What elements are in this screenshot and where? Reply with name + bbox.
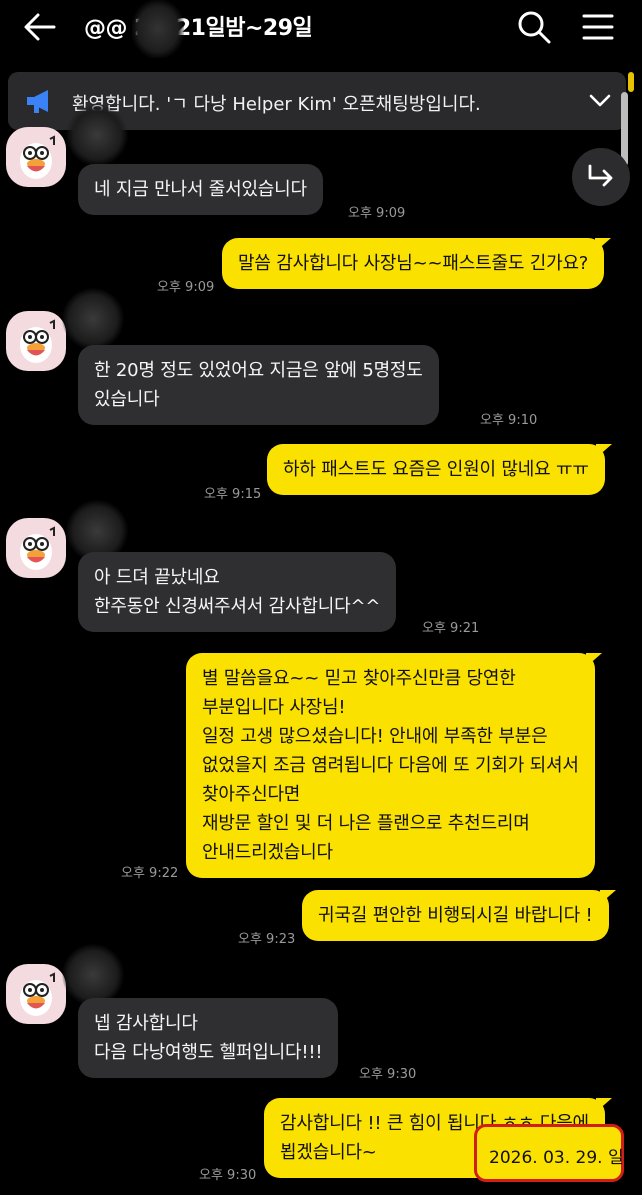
message-bubble-sent[interactable]: 별 말씀을요~~ 믿고 찾아주신만큼 당연한 부분입니다 사장님! 일정 고생 … [186,653,602,878]
blurred-profile [66,104,128,166]
blurred-profile [62,944,124,1006]
avatar[interactable] [6,311,66,371]
chat-title: @@ 2인 21일밤~29일 [84,16,313,41]
message-bubble-sent[interactable]: 말씀 감사합니다 사장님~~패스트줄도 긴가요? [222,238,612,289]
message-time: 오후 9:22 [121,866,179,881]
message-time: 오후 9:30 [359,1067,417,1082]
notice-text: 환영합니다. 'ㄱ 다낭 Helper Kim' 오픈채팅방입니다. [72,94,481,115]
blurred-name [132,0,184,58]
avatar[interactable] [6,127,66,187]
message-bubble-received[interactable]: 네 지금 만나서 줄서있습니다 [78,164,323,215]
chat-header: @@ 2인 21일밤~29일 [0,0,642,58]
scroll-edge-indicator [628,72,634,92]
hamburger-menu-icon [582,14,614,40]
avatar[interactable] [6,518,66,578]
message-bubble-sent[interactable]: 하하 패스트도 요즘은 인원이 많네요 ㅠㅠ [267,444,612,495]
scroll-to-bottom-button[interactable] [572,148,630,206]
message-time: 오후 9:09 [157,280,215,295]
avatar[interactable] [6,964,66,1024]
message-time: 오후 9:15 [204,487,262,502]
arrow-left-icon [24,13,56,41]
blurred-profile [62,288,124,350]
date-stamp: 2026. 03. 29. 일 [474,1124,624,1182]
search-icon [518,11,551,44]
character-avatar-icon [20,972,55,1016]
message-bubble-received[interactable]: 아 드뎌 끝났네요 한주동안 신경써주셔서 감사합니다^^ [78,552,397,632]
chevron-down-icon[interactable] [588,90,612,112]
date-stamp-text: 2026. 03. 29. 일 [489,1148,624,1168]
menu-button[interactable] [578,8,618,46]
message-bubble-received[interactable]: 넵 감사합니다 다음 다낭여행도 헬퍼입니다!!! [78,998,339,1078]
message-time: 오후 9:09 [348,206,406,221]
message-time: 오후 9:10 [480,413,538,428]
back-button[interactable] [20,9,60,45]
message-bubble-received[interactable]: 한 20명 정도 있었어요 지금은 앞에 5명정도 있습니다 [78,345,439,425]
arrow-turn-down-icon [588,164,613,187]
message-bubble-sent[interactable]: 귀국길 편안한 비행되시길 바랍니다 ! [302,890,616,941]
message-time: 오후 9:30 [199,1168,257,1183]
character-avatar-icon [20,526,55,570]
message-time: 오후 9:23 [238,932,296,947]
scrollbar[interactable] [621,92,628,166]
search-button[interactable] [514,8,554,46]
character-avatar-icon [20,319,55,363]
message-time: 오후 9:21 [422,621,480,636]
character-avatar-icon [20,135,55,179]
megaphone-icon [27,90,48,113]
